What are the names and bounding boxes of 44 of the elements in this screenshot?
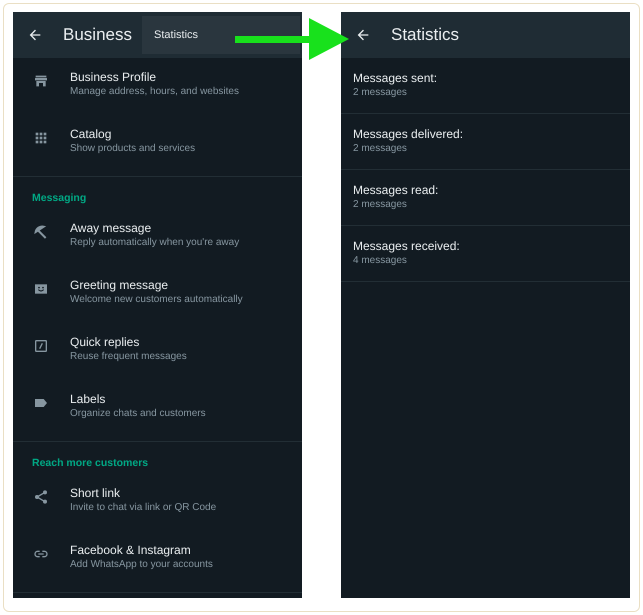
- settings-item[interactable]: Labels Organize chats and customers: [13, 380, 302, 437]
- settings-item[interactable]: Facebook & Instagram Add WhatsApp to your accounts: [13, 530, 302, 588]
- settings-item[interactable]: Away message Reply automatically when you're away: [13, 208, 302, 266]
- back-icon[interactable]: [27, 27, 43, 43]
- screen-title: Business: [63, 24, 132, 46]
- item-subtitle: Reply automatically when you're away: [70, 236, 240, 250]
- stat-value: 4 messages: [353, 254, 408, 268]
- item-title: Short link: [70, 484, 122, 500]
- item-title: Labels: [70, 390, 106, 407]
- grid-icon: [33, 130, 49, 146]
- stat-label: Messages received:: [353, 238, 461, 254]
- screen-title: Statistics: [391, 24, 460, 46]
- stat-label: Messages read:: [353, 182, 440, 198]
- item-subtitle: Organize chats and customers: [70, 406, 206, 421]
- store-icon: [33, 73, 49, 89]
- stat-label: Messages delivered:: [353, 126, 464, 142]
- settings-item[interactable]: Greeting message Welcome new customers automatically: [13, 266, 302, 323]
- stat-label: Messages sent:: [353, 70, 438, 86]
- umbrella-icon: [33, 224, 49, 240]
- item-subtitle: Reuse frequent messages: [70, 350, 187, 364]
- item-title: Away message: [70, 220, 152, 236]
- item-subtitle: Show products and services: [70, 142, 196, 156]
- item-subtitle: Add WhatsApp to your accounts: [70, 558, 213, 572]
- settings-item[interactable]: Business Profile Manage address, hours, and websites: [13, 58, 302, 115]
- item-subtitle: Invite to chat via link or QR Code: [70, 500, 216, 514]
- item-subtitle: Welcome new customers automatically: [70, 292, 243, 307]
- item-title: Catalog: [70, 126, 112, 142]
- item-title: Business Profile: [70, 69, 158, 85]
- menu-item[interactable]: Statistics: [142, 16, 300, 54]
- item-title: Greeting message: [70, 276, 170, 293]
- back-icon[interactable]: [355, 27, 371, 43]
- settings-item[interactable]: Short link Invite to chat via link or QR Code: [13, 474, 302, 530]
- settings-item[interactable]: Quick replies Reuse frequent messages: [13, 322, 302, 380]
- stat-value: 2 messages: [353, 198, 408, 212]
- slash-box-icon: [33, 338, 49, 354]
- stat-value: 2 messages: [353, 86, 408, 100]
- item-title: Facebook & Instagram: [70, 542, 192, 558]
- item-subtitle: Manage address, hours, and websites: [70, 85, 239, 99]
- section-heading: Messaging: [31, 191, 88, 206]
- stat-value: 2 messages: [353, 142, 408, 156]
- section-heading: Reach more customers: [31, 456, 150, 471]
- settings-item[interactable]: Catalog Show products and services: [13, 115, 302, 172]
- share-icon: [33, 488, 49, 504]
- item-title: Quick replies: [70, 334, 140, 350]
